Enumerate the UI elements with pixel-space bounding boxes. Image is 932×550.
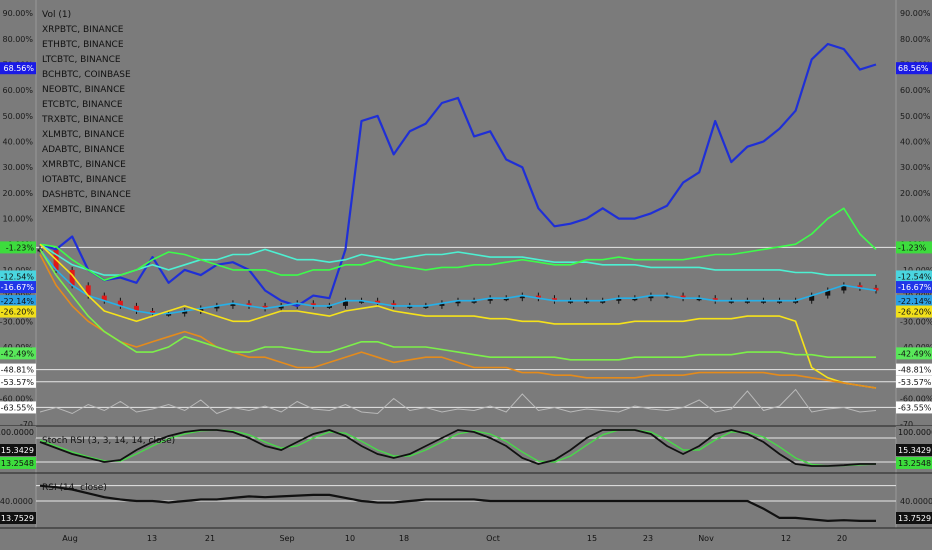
y-tick-label: 60.00% (900, 86, 931, 95)
stoch-badge-label: 15.3429 (1, 446, 34, 455)
stoch-badge-label: 100.0000 (898, 428, 932, 437)
price-badge-label: -22.14% (1, 297, 35, 306)
y-tick-label: 30.00% (900, 163, 931, 172)
legend-item: ETHBTC, BINANCE (42, 40, 124, 50)
date-tick-label: 12 (781, 534, 791, 543)
legend-item: XEMBTC, BINANCE (42, 205, 126, 215)
legend-item: TRXBTC, BINANCE (41, 115, 124, 125)
y-tick-label: 30.00% (2, 163, 33, 172)
price-badge-label: -53.57% (898, 378, 932, 387)
price-badge-label: -26.20% (1, 308, 35, 317)
date-tick-label: 15 (587, 534, 597, 543)
y-tick-label: -30.00% (900, 317, 932, 326)
legend-item: XMRBTC, BINANCE (42, 160, 126, 170)
price-badge-label: -63.55% (1, 403, 35, 412)
rsi-badge-label: 13.7529 (898, 514, 931, 523)
date-tick-label: 13 (147, 534, 157, 543)
price-badge-label: 68.56% (3, 64, 34, 73)
date-tick-label: 20 (837, 534, 847, 543)
legend-item: LTCBTC, BINANCE (42, 55, 121, 65)
legend-item: ADABTC, BINANCE (42, 145, 125, 155)
date-tick-label: Aug (62, 534, 78, 543)
price-badge-label: -26.20% (898, 308, 932, 317)
price-badge-label: -22.14% (898, 297, 932, 306)
date-tick-label: Oct (486, 534, 500, 543)
date-tick-label: 23 (643, 534, 653, 543)
y-tick-label: 60.00% (2, 86, 33, 95)
y-tick-label: 10.00% (2, 215, 33, 224)
legend-item: NEOBTC, BINANCE (42, 85, 125, 95)
legend-item: BCHBTC, COINBASE (42, 70, 131, 80)
price-badge-label: -48.81% (1, 366, 35, 375)
price-badge-label: -1.23% (6, 243, 35, 252)
price-badge-label: -16.67% (898, 283, 932, 292)
stoch-badge-label: 100.0000 (0, 428, 34, 437)
stoch-badge-label: 13.2548 (1, 459, 34, 468)
date-tick-label: 10 (345, 534, 355, 543)
y-tick-label: 90.00% (2, 9, 33, 18)
y-tick-label: -30.00% (0, 317, 33, 326)
rsi-badge-label: 13.7529 (1, 514, 34, 523)
price-badge-label: -12.54% (898, 272, 932, 281)
date-tick-label: 21 (205, 534, 215, 543)
price-badge-label: -42.49% (1, 349, 35, 358)
legend-item: DASHBTC, BINANCE (42, 190, 131, 200)
legend-item: ETCBTC, BINANCE (42, 100, 123, 110)
price-badge-label: -63.55% (898, 403, 932, 412)
legend-volume: Vol (1) (42, 10, 71, 20)
y-tick-label: 40.00% (2, 138, 33, 147)
legend-item: XLMBTC, BINANCE (42, 130, 125, 140)
stoch-title: Stoch RSI (3, 3, 14, 14, close) (42, 436, 175, 446)
date-tick-label: Sep (279, 534, 294, 543)
y-tick-label: 10.00% (900, 215, 931, 224)
price-badge-label: -48.81% (898, 366, 932, 375)
price-chart[interactable]: Vol (1) XRPBTC, BINANCE ETHBTC, BINANCE LTC… (0, 0, 932, 550)
stoch-badge-label: 15.3429 (898, 446, 931, 455)
price-badge-label: -16.67% (1, 283, 35, 292)
y-tick-label: 80.00% (900, 35, 931, 44)
rsi-title: RSI (14, close) (42, 483, 107, 493)
price-badge-label: -12.54% (1, 272, 35, 281)
rsi-tick-label: 40.0000 (0, 497, 33, 506)
chart-background (0, 0, 932, 550)
date-tick-label: Nov (698, 534, 714, 543)
y-tick-label: 50.00% (900, 112, 931, 121)
rsi-tick-label: 40.0000 (900, 497, 932, 506)
y-tick-label: 80.00% (2, 35, 33, 44)
legend-item: IOTABTC, BINANCE (42, 175, 127, 185)
price-badge-label: -42.49% (898, 349, 932, 358)
price-badge-label: -1.23% (898, 243, 927, 252)
y-tick-label: 50.00% (2, 112, 33, 121)
price-badge-label: 68.56% (898, 64, 929, 73)
y-tick-label: 90.00% (900, 9, 931, 18)
legend-item: XRPBTC, BINANCE (42, 25, 124, 35)
price-badge-label: -53.57% (1, 378, 35, 387)
y-tick-label: 20.00% (2, 189, 33, 198)
stoch-badge-label: 13.2548 (898, 459, 931, 468)
y-tick-label: 20.00% (900, 189, 931, 198)
y-tick-label: 40.00% (900, 138, 931, 147)
date-tick-label: 18 (399, 534, 409, 543)
